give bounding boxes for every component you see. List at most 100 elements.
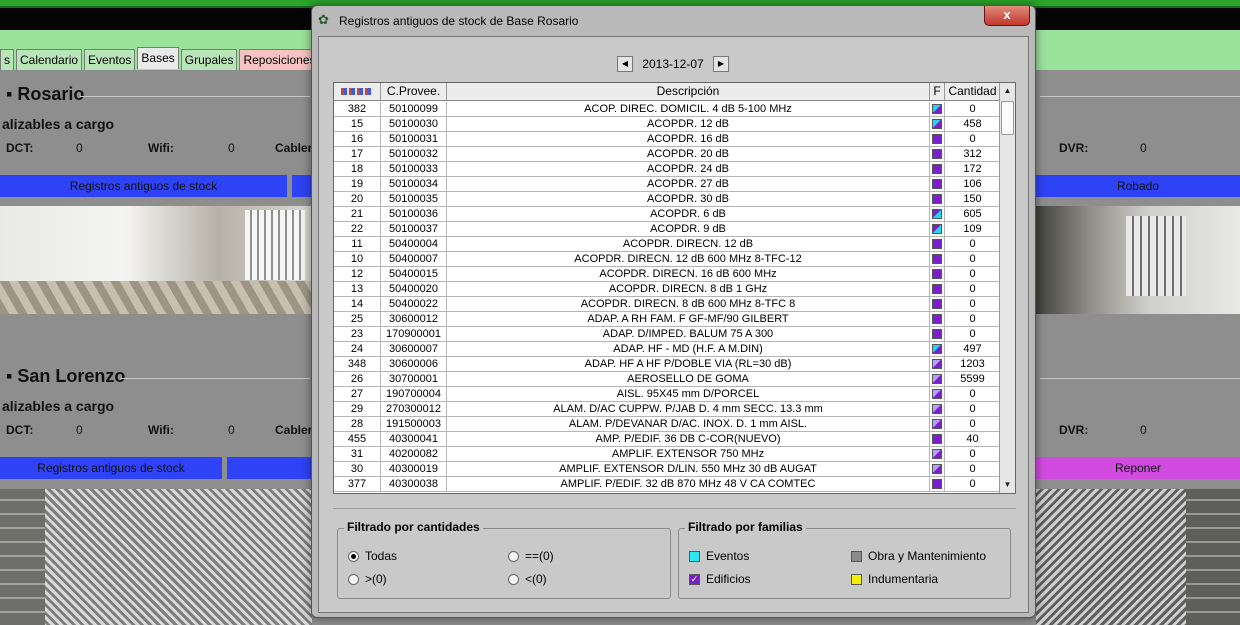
triangle-right-icon: ▶ (717, 59, 725, 68)
next-date-button[interactable]: ▶ (713, 56, 729, 72)
close-button[interactable]: x (984, 6, 1030, 26)
tab-partial[interactable]: s (0, 49, 14, 70)
family-filter-title: Filtrado por familias (685, 520, 806, 534)
cell-descripcion: ACOPDR. 12 dB (447, 117, 930, 131)
table-row[interactable]: 24 30600007 ADAP. HF - MD (H.F. A M.DIN) 49… (334, 342, 1001, 357)
reponer-button[interactable]: Reponer (1036, 457, 1240, 479)
table-row[interactable]: 11 50400004 ACOPDR. DIRECN. 12 dB 0 (334, 237, 1001, 252)
cell-descripcion: ADAP. A RH FAM. F GF-MF/90 GILBERT (447, 312, 930, 326)
scroll-thumb[interactable] (1001, 101, 1014, 135)
cell-id: 26 (334, 372, 381, 386)
cell-descripcion: ADAP. D/IMPED. BALUM 75 A 300 (447, 327, 930, 341)
table-row[interactable]: 26 30700001 AEROSELLO DE GOMA 5599 (334, 372, 1001, 387)
table-row[interactable]: 382 50100099 ACOP. DIREC. DOMICIL. 4 dB 5-… (334, 102, 1001, 117)
family-obra-mantenimiento[interactable]: Obra y Mantenimiento (851, 549, 986, 563)
table-row[interactable]: 18 50100033 ACOPDR. 24 dB 172 (334, 162, 1001, 177)
wifi-value: 0 (228, 423, 235, 437)
family-color-icon (932, 344, 942, 354)
cell-id: 30 (334, 462, 381, 476)
tab-eventos[interactable]: Eventos (84, 49, 136, 70)
stock-grid[interactable]: C.Provee. Descripción F Cantidad 382 5010… (333, 82, 1016, 494)
table-row[interactable]: 30 40300019 AMPLIF. EXTENSOR D/LIN. 550 MH… (334, 462, 1001, 477)
column-header-f[interactable]: F (930, 83, 945, 100)
table-row[interactable]: 14 50400022 ACOPDR. DIRECN. 8 dB 600 MHz 8… (334, 297, 1001, 312)
column-header-cprovee[interactable]: C.Provee. (381, 83, 447, 100)
blue-button-partial[interactable] (292, 175, 312, 197)
cell-family (930, 102, 945, 116)
table-row[interactable]: 31 40200082 AMPLIF. EXTENSOR 750 MHz 0 (334, 447, 1001, 462)
table-row[interactable]: 348 30600006 ADAP. HF A HF P/DOBLE VIA (RL… (334, 357, 1001, 372)
table-row[interactable]: 28 191500003 ALAM. P/DEVANAR D/AC. INOX. D… (334, 417, 1001, 432)
table-row[interactable]: 455 40300041 AMP. P/EDIF. 36 DB C-COR(NUEV… (334, 432, 1001, 447)
table-row[interactable]: 16 50100031 ACOPDR. 16 dB 0 (334, 132, 1001, 147)
table-row[interactable]: 15 50100030 ACOPDR. 12 dB 458 (334, 117, 1001, 132)
family-edificios[interactable]: ✓ Edificios (689, 572, 751, 586)
table-row[interactable]: 29 270300012 ALAM. D/AC CUPPW. P/JAB D. 4 … (334, 402, 1001, 417)
family-eventos[interactable]: Eventos (689, 549, 749, 563)
option-greater-zero[interactable]: >(0) (348, 572, 387, 586)
table-row[interactable]: 22 50100037 ACOPDR. 9 dB 109 (334, 222, 1001, 237)
tab-grupales[interactable]: Grupales (180, 49, 238, 70)
cell-cprovee: 190700004 (381, 387, 447, 401)
table-row[interactable]: 20 50100035 ACOPDR. 30 dB 150 (334, 192, 1001, 207)
table-row[interactable]: 10 50400007 ACOPDR. DIRECN. 12 dB 600 MHz … (334, 252, 1001, 267)
cell-cantidad: 5599 (960, 373, 985, 385)
divider (1040, 378, 1240, 379)
registros-antiguos-button[interactable]: Registros antiguos de stock (0, 175, 287, 197)
family-indumentaria[interactable]: Indumentaria (851, 572, 938, 586)
option-equal-zero[interactable]: ==(0) (508, 549, 554, 563)
table-row[interactable]: 19 50100034 ACOPDR. 27 dB 106 (334, 177, 1001, 192)
cell-descripcion: ACOPDR. DIRECN. 8 dB 600 MHz 8-TFC 8 (447, 297, 930, 311)
option-less-zero[interactable]: <(0) (508, 572, 547, 586)
prev-date-button[interactable]: ◀ (617, 56, 633, 72)
dct-label: DCT: (6, 423, 34, 437)
dct-label: DCT: (6, 141, 34, 155)
dialog-titlebar[interactable]: ✿ Registros antiguos de stock de Base Ro… (312, 6, 1035, 36)
base-photo-right (1036, 489, 1240, 625)
table-row[interactable]: 377 40300038 AMPLIF. P/EDIF. 32 dB 870 MHz… (334, 477, 1001, 492)
table-row[interactable]: 12 50400015 ACOPDR. DIRECN. 16 dB 600 MHz 0 (334, 267, 1001, 282)
family-color-icon (932, 374, 942, 384)
column-header-descripcion[interactable]: Descripción (447, 83, 930, 100)
cell-cprovee: 40300041 (381, 432, 447, 446)
brick-column (0, 489, 45, 625)
current-date: 2013-12-07 (642, 57, 704, 71)
dvr-value: 0 (1140, 423, 1147, 437)
scroll-down-icon[interactable]: ▼ (1000, 477, 1015, 493)
option-todas[interactable]: Todas (348, 549, 397, 563)
cell-cantidad: 109 (963, 223, 982, 235)
cell-descripcion: ACOPDR. DIRECN. 16 dB 600 MHz (447, 267, 930, 281)
window-grille (245, 210, 305, 280)
scroll-up-icon[interactable]: ▲ (1000, 83, 1015, 99)
family-color-icon (932, 209, 942, 219)
cell-cprovee: 50100036 (381, 207, 447, 221)
wifi-label: Wifi: (148, 141, 174, 155)
table-row[interactable]: 23 170900001 ADAP. D/IMPED. BALUM 75 A 300… (334, 327, 1001, 342)
cell-id: 16 (334, 132, 381, 146)
column-header-id[interactable] (334, 83, 381, 100)
cell-id: 377 (334, 477, 381, 491)
robado-button[interactable]: Robado (1036, 175, 1240, 197)
cell-family (930, 342, 945, 356)
cell-id: 31 (334, 447, 381, 461)
column-header-cantidad[interactable]: Cantidad (945, 83, 1000, 100)
table-row[interactable]: 27 190700004 AISL. 95X45 mm D/PORCEL 0 (334, 387, 1001, 402)
cell-descripcion: ADAP. HF A HF P/DOBLE VIA (RL=30 dB) (447, 357, 930, 371)
tab-calendario[interactable]: Calendario (16, 49, 83, 70)
registros-antiguos-button[interactable]: Registros antiguos de stock (0, 457, 222, 479)
table-row[interactable]: 25 30600012 ADAP. A RH FAM. F GF-MF/90 GIL… (334, 312, 1001, 327)
table-row[interactable]: 17 50100032 ACOPDR. 20 dB 312 (334, 147, 1001, 162)
blue-button-partial[interactable] (227, 457, 312, 479)
table-row[interactable]: 13 50400020 ACOPDR. DIRECN. 8 dB 1 GHz 0 (334, 282, 1001, 297)
cell-cantidad: 0 (969, 133, 976, 145)
tab-bases[interactable]: Bases (137, 47, 179, 69)
vertical-scrollbar[interactable]: ▲ ▼ (999, 83, 1015, 493)
family-color-icon (932, 179, 942, 189)
cell-descripcion: AMPLIF. P/EDIF. 32 dB 870 MHz 48 V CA CO… (447, 477, 930, 491)
cell-cantidad: 0 (969, 328, 976, 340)
cell-id: 20 (334, 192, 381, 206)
cell-cantidad: 497 (963, 343, 982, 355)
option-label: ==(0) (525, 549, 554, 563)
family-color-icon (932, 119, 942, 129)
table-row[interactable]: 21 50100036 ACOPDR. 6 dB 605 (334, 207, 1001, 222)
